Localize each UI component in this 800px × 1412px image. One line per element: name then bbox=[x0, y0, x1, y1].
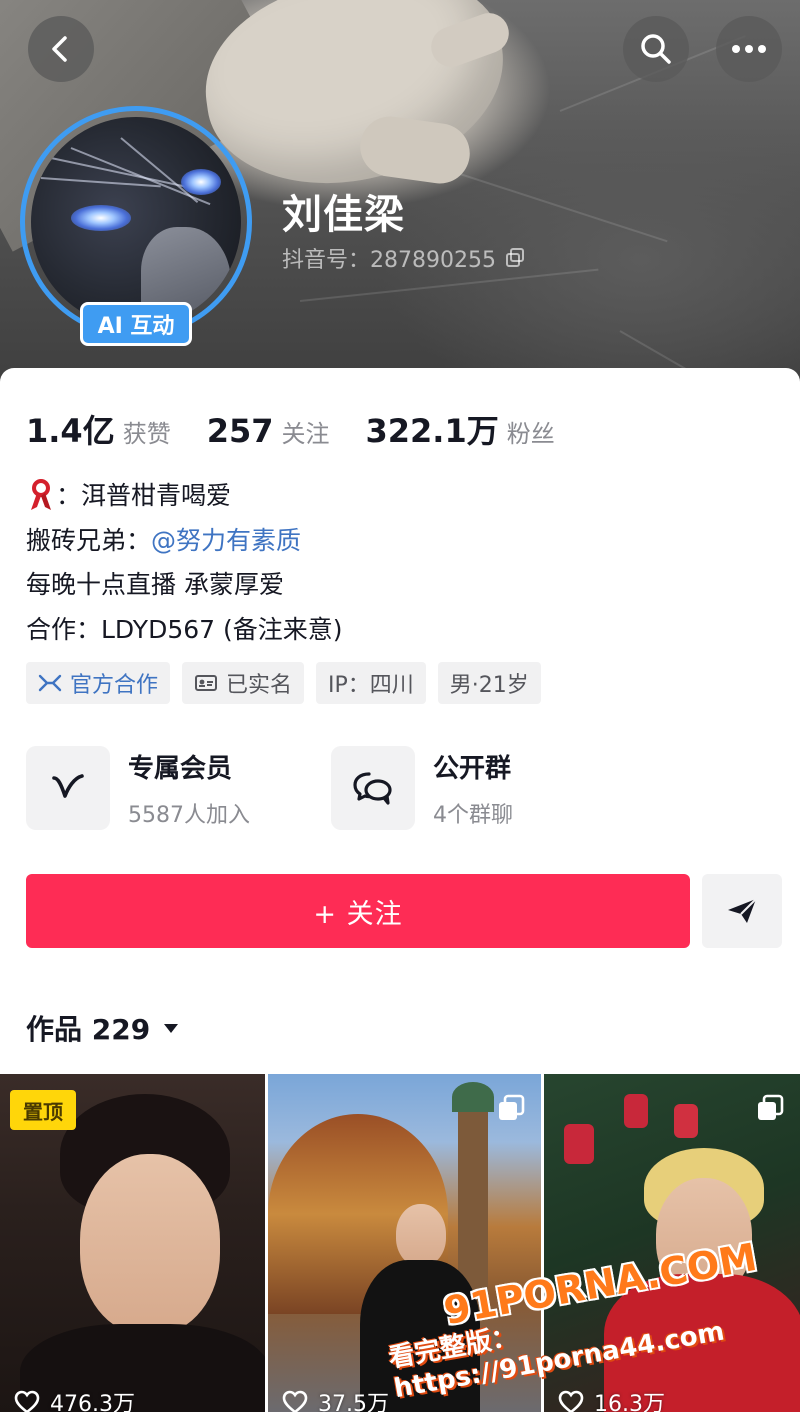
stat-value: 322.1万 bbox=[365, 412, 499, 450]
thumb-dome bbox=[452, 1082, 494, 1112]
entry-icon-box bbox=[26, 746, 110, 830]
tag-official-cooperation[interactable]: 官方合作 bbox=[26, 662, 171, 704]
send-arrow-icon bbox=[728, 898, 757, 923]
entry-subtitle: 4个群聊 bbox=[433, 802, 513, 828]
entry-title: 公开群 bbox=[433, 753, 512, 784]
stat-label: 关注 bbox=[281, 420, 330, 448]
back-button[interactable] bbox=[28, 16, 94, 82]
entry-public-group[interactable]: 公开群 4个群聊 bbox=[331, 746, 636, 830]
tag-label: 已实名 bbox=[226, 673, 293, 698]
entry-subtitle: 5587人加入 bbox=[128, 802, 250, 828]
copy-icon[interactable] bbox=[504, 247, 526, 269]
profile-tags: 官方合作 已实名 IP：四川 男·21岁 bbox=[26, 662, 541, 704]
entry-text: 专属会员 5587人加入 bbox=[128, 748, 250, 829]
more-dots-icon bbox=[732, 45, 766, 53]
bio-line: 每晚十点直播 承蒙厚爱 bbox=[26, 570, 284, 599]
follow-button[interactable]: + 关注 bbox=[26, 874, 690, 948]
entry-icon-box bbox=[331, 746, 415, 830]
tag-gender-age[interactable]: 男·21岁 bbox=[437, 662, 541, 704]
tag-verified-identity[interactable]: 已实名 bbox=[182, 662, 305, 704]
bio-line: ：洱普柑青喝爱 bbox=[26, 474, 343, 519]
thumb-face bbox=[396, 1204, 446, 1266]
chat-bubbles-icon bbox=[353, 772, 392, 805]
thumb-stocking bbox=[624, 1094, 648, 1128]
multi-image-icon bbox=[497, 1094, 525, 1126]
tag-label: IP：四川 bbox=[328, 673, 414, 698]
avatar-hair-line bbox=[120, 137, 199, 204]
official-cooperation-icon bbox=[38, 674, 62, 692]
heart-outline-icon bbox=[14, 1390, 40, 1412]
stat-followers[interactable]: 322.1万 粉丝 bbox=[366, 406, 555, 452]
more-options-button[interactable] bbox=[716, 16, 782, 82]
tag-label: 官方合作 bbox=[70, 673, 159, 698]
video-thumbnail[interactable]: 置顶 476.3万 bbox=[0, 1074, 265, 1412]
entry-exclusive-membership[interactable]: 专属会员 5587人加入 bbox=[26, 746, 331, 830]
bio-line: 搬砖兄弟： @努力有素质 bbox=[26, 519, 343, 564]
heart-outline-icon bbox=[282, 1390, 308, 1412]
multi-image-icon bbox=[756, 1094, 784, 1126]
tag-ip-location[interactable]: IP：四川 bbox=[316, 662, 426, 704]
bio-line: 合作：LDYD567 (备注来意) bbox=[26, 614, 343, 644]
bio-text: 搬砖兄弟： bbox=[26, 525, 152, 555]
douyin-id-text: 抖音号：287890255 bbox=[282, 248, 496, 273]
ai-interaction-badge[interactable]: AI 互动 bbox=[80, 302, 192, 346]
pinned-badge: 置顶 bbox=[10, 1090, 76, 1130]
profile-entries: 专属会员 5587人加入 公开群 4个群聊 bbox=[26, 746, 636, 830]
stat-following[interactable]: 257 关注 bbox=[207, 412, 330, 450]
video-likes: 37.5万 bbox=[282, 1386, 389, 1412]
douyin-id[interactable]: 抖音号：287890255 bbox=[282, 242, 526, 274]
stat-likes[interactable]: 1.4亿 获赞 bbox=[26, 406, 171, 452]
v-member-icon bbox=[52, 774, 84, 798]
profile-stats: 1.4亿 获赞 257 关注 322.1万 粉丝 bbox=[26, 406, 591, 452]
bio-text: ：洱普柑青喝爱 bbox=[56, 481, 232, 510]
works-count-label: 作品 229 bbox=[26, 1013, 151, 1046]
profile-username: 刘佳梁 bbox=[282, 192, 405, 238]
likes-count: 476.3万 bbox=[50, 1392, 135, 1412]
profile-bio: ：洱普柑青喝爱 搬砖兄弟： @努力有素质 每晚十点直播 承蒙厚爱 合作：LDYD… bbox=[26, 474, 343, 652]
search-button[interactable] bbox=[623, 16, 689, 82]
avatar-glowing-eye bbox=[181, 169, 221, 195]
caret-down-icon bbox=[164, 1024, 179, 1033]
avatar bbox=[31, 117, 241, 327]
works-tab-header[interactable]: 作品 229 bbox=[26, 1008, 180, 1048]
share-button[interactable] bbox=[702, 874, 782, 948]
stat-value: 257 bbox=[206, 412, 274, 450]
likes-count: 16.3万 bbox=[594, 1392, 665, 1412]
entry-text: 公开群 4个群聊 bbox=[433, 748, 513, 829]
video-likes: 16.3万 bbox=[558, 1386, 665, 1412]
stat-label: 粉丝 bbox=[506, 420, 555, 448]
search-icon bbox=[641, 34, 671, 64]
entry-title: 专属会员 bbox=[128, 753, 233, 784]
stat-label: 获赞 bbox=[122, 420, 171, 448]
heart-outline-icon bbox=[558, 1390, 584, 1412]
video-likes: 476.3万 bbox=[14, 1386, 135, 1412]
red-ribbon-icon bbox=[31, 479, 51, 511]
thumb-face bbox=[80, 1154, 220, 1334]
avatar-glowing-eye bbox=[71, 205, 131, 231]
likes-count: 37.5万 bbox=[318, 1392, 389, 1412]
id-card-icon bbox=[195, 675, 218, 691]
chevron-left-icon bbox=[52, 36, 67, 62]
thumb-stocking bbox=[564, 1124, 594, 1164]
tag-label: 男·21岁 bbox=[449, 673, 529, 698]
thumb-stocking bbox=[674, 1104, 698, 1138]
bio-mention-link[interactable]: @努力有素质 bbox=[151, 519, 301, 564]
stat-value: 1.4亿 bbox=[26, 412, 115, 450]
